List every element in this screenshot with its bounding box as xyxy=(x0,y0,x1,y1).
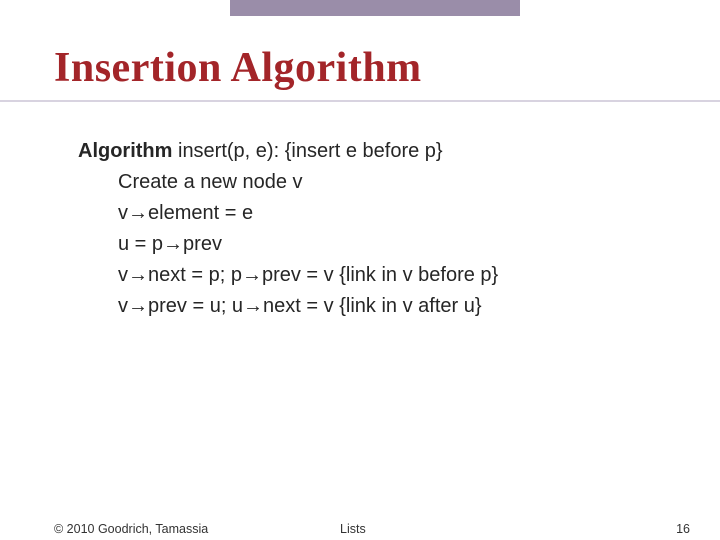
header-accent-bar xyxy=(230,0,520,16)
algo-line-3: u = p→prev xyxy=(78,229,678,260)
title-underline xyxy=(0,100,720,102)
algo-line-5: v→prev = u; u→next = v {link in v after … xyxy=(78,291,678,322)
algo-line-2: v→element = e xyxy=(78,198,678,229)
footer-page-number: 16 xyxy=(676,522,690,536)
footer-copyright: © 2010 Goodrich, Tamassia xyxy=(54,522,208,536)
slide-title: Insertion Algorithm xyxy=(54,44,422,92)
algorithm-body: Algorithm insert(p, e): {insert e before… xyxy=(78,136,678,322)
footer-center: Lists xyxy=(340,522,366,536)
algo-signature: insert(p, e): {insert e before p} xyxy=(172,140,442,162)
algo-line-1: Create a new node v xyxy=(78,167,678,198)
algo-keyword: Algorithm xyxy=(78,140,172,162)
algo-line-0: Algorithm insert(p, e): {insert e before… xyxy=(78,136,678,167)
algo-line-4: v→next = p; p→prev = v {link in v before… xyxy=(78,260,678,291)
